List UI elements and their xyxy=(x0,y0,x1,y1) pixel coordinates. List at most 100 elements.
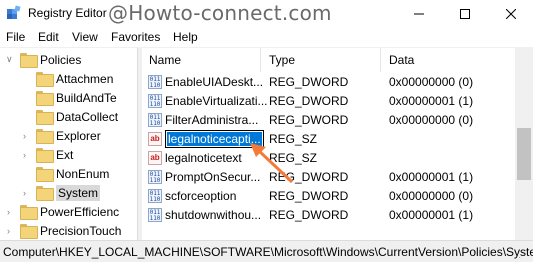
table-row[interactable]: 011 110 EnableUIADeskt... REG_DWORD 0x000… xyxy=(142,73,515,92)
tree-item-label: Policies xyxy=(40,52,82,67)
value-name: shutdownwithou... xyxy=(165,208,262,222)
column-header-type[interactable]: Type xyxy=(269,48,295,72)
values-list[interactable]: Name Type Data 011 110 EnableUIADeskt... … xyxy=(142,48,533,240)
dword-value-icon: 011 110 xyxy=(148,94,162,108)
folder-icon xyxy=(36,91,54,106)
dword-value-icon: 011 110 xyxy=(148,170,162,184)
tree-item-datacollection[interactable]: DataCollect xyxy=(36,107,118,126)
registry-tree[interactable]: ∨ Policies Attachmen BuildAndTe DataColl… xyxy=(0,48,138,240)
value-data: 0x00000001 (1) xyxy=(389,170,474,184)
value-type: REG_DWORD xyxy=(269,170,349,184)
string-value-icon: ab xyxy=(148,151,162,165)
tree-item-system[interactable]: › System xyxy=(20,183,101,202)
dword-value-icon: 011 110 xyxy=(148,189,162,203)
title-bar: Registry Editor @Howto-connect.com xyxy=(0,0,533,27)
scrollbar-thumb[interactable] xyxy=(517,128,531,180)
expand-arrow-icon[interactable]: › xyxy=(7,226,10,236)
expand-arrow-icon[interactable]: › xyxy=(7,207,10,217)
menu-favorites[interactable]: Favorites xyxy=(111,30,160,44)
expand-arrow-icon[interactable]: › xyxy=(23,188,26,198)
string-value-icon: ab xyxy=(148,132,162,146)
close-icon xyxy=(506,8,516,19)
tree-item-policies[interactable]: ∨ Policies xyxy=(4,50,81,69)
value-type: REG_DWORD xyxy=(269,113,349,127)
value-data: 0x00000000 (0) xyxy=(389,113,474,127)
maximize-button[interactable] xyxy=(442,0,488,27)
menu-file[interactable]: File xyxy=(6,30,25,44)
tree-item-label: PrecisionTouch xyxy=(40,223,122,238)
value-type: REG_SZ xyxy=(269,151,318,165)
value-name: PromptOnSecur... xyxy=(165,170,261,184)
table-row[interactable]: 011 110 PromptOnSecur... REG_DWORD 0x0000… xyxy=(142,168,515,187)
menu-help[interactable]: Help xyxy=(173,30,198,44)
folder-icon xyxy=(36,72,54,87)
value-type: REG_SZ xyxy=(269,132,318,146)
value-data: 0x00000000 (0) xyxy=(389,75,474,89)
tree-item-explorer[interactable]: › Explorer xyxy=(20,126,101,145)
menu-bar: File Edit View Favorites Help xyxy=(0,27,533,47)
close-button[interactable] xyxy=(488,0,533,27)
expand-arrow-icon[interactable]: › xyxy=(23,131,26,141)
value-data: 0x00000000 (0) xyxy=(389,189,474,203)
status-bar: Computer\HKEY_LOCAL_MACHINE\SOFTWARE\Mic… xyxy=(0,240,533,262)
tree-item-label: NonEnum xyxy=(56,166,110,181)
tree-item-label: System xyxy=(56,184,101,201)
column-header-data[interactable]: Data xyxy=(389,48,414,72)
registry-path: Computer\HKEY_LOCAL_MACHINE\SOFTWARE\Mic… xyxy=(3,245,533,259)
column-separator[interactable] xyxy=(380,48,381,72)
maximize-icon xyxy=(460,8,470,19)
column-separator[interactable] xyxy=(260,48,261,72)
value-name: EnableVirtualizati... xyxy=(165,94,268,108)
table-row[interactable]: ab legalnoticetext REG_SZ xyxy=(142,149,515,168)
column-header-name[interactable]: Name xyxy=(149,48,181,72)
folder-icon xyxy=(20,53,38,68)
table-row-editing[interactable]: ab legalnoticecapti... REG_SZ xyxy=(142,130,515,149)
registry-editor-app-icon xyxy=(7,5,21,19)
menu-edit[interactable]: Edit xyxy=(38,30,59,44)
dword-value-icon: 011 110 xyxy=(148,113,162,127)
collapse-arrow-icon[interactable]: ∨ xyxy=(6,54,13,65)
tree-item-label: DataCollect xyxy=(56,109,119,124)
value-type: REG_DWORD xyxy=(269,94,349,108)
tree-item-label: Explorer xyxy=(56,128,101,143)
table-row[interactable]: 011 110 EnableVirtualizati... REG_DWORD 0… xyxy=(142,92,515,111)
folder-icon xyxy=(36,129,54,144)
tree-item-precisiontouch[interactable]: › PrecisionTouch xyxy=(4,221,121,240)
dword-value-icon: 011 110 xyxy=(148,208,162,222)
folder-icon xyxy=(20,224,38,239)
minimize-button[interactable] xyxy=(396,0,442,27)
tree-item-attachments[interactable]: Attachmen xyxy=(36,69,113,88)
window-title: Registry Editor xyxy=(28,6,107,20)
minimize-icon xyxy=(414,13,424,14)
tree-item-label: Attachmen xyxy=(56,71,114,86)
folder-icon xyxy=(36,167,54,182)
value-name: legalnoticetext xyxy=(165,151,242,165)
folder-icon xyxy=(36,186,54,201)
tree-item-buildandtest[interactable]: BuildAndTe xyxy=(36,88,117,107)
vertical-scrollbar[interactable] xyxy=(515,48,533,240)
value-name: FilterAdministra... xyxy=(165,113,259,127)
folder-icon xyxy=(20,205,38,220)
tree-item-powerefficiency[interactable]: › PowerEfficienc xyxy=(4,202,119,221)
value-name: scforceoption xyxy=(165,189,237,203)
tree-item-label: Ext xyxy=(56,147,74,162)
table-row[interactable]: 011 110 FilterAdministra... REG_DWORD 0x0… xyxy=(142,111,515,130)
table-row[interactable]: 011 110 shutdownwithou... REG_DWORD 0x000… xyxy=(142,206,515,225)
table-row[interactable]: 011 110 scforceoption REG_DWORD 0x0000000… xyxy=(142,187,515,206)
value-name: EnableUIADeskt... xyxy=(165,75,264,89)
expand-arrow-icon[interactable]: › xyxy=(23,150,26,160)
value-data: 0x00000001 (1) xyxy=(389,208,474,222)
resize-grip-icon[interactable]: ⋰ xyxy=(518,249,528,260)
value-data: 0x00000001 (1) xyxy=(389,94,474,108)
folder-icon xyxy=(36,148,54,163)
value-type: REG_DWORD xyxy=(269,189,349,203)
menu-view[interactable]: View xyxy=(72,30,98,44)
dword-value-icon: 011 110 xyxy=(148,75,162,89)
watermark-text: @Howto-connect.com xyxy=(108,1,332,25)
value-type: REG_DWORD xyxy=(269,208,349,222)
folder-icon xyxy=(36,110,54,125)
tree-item-nonenum[interactable]: NonEnum xyxy=(36,164,109,183)
rename-input[interactable]: legalnoticecapti... xyxy=(165,130,264,148)
tree-item-ext[interactable]: › Ext xyxy=(20,145,73,164)
tree-item-label: PowerEfficienc xyxy=(40,204,120,219)
